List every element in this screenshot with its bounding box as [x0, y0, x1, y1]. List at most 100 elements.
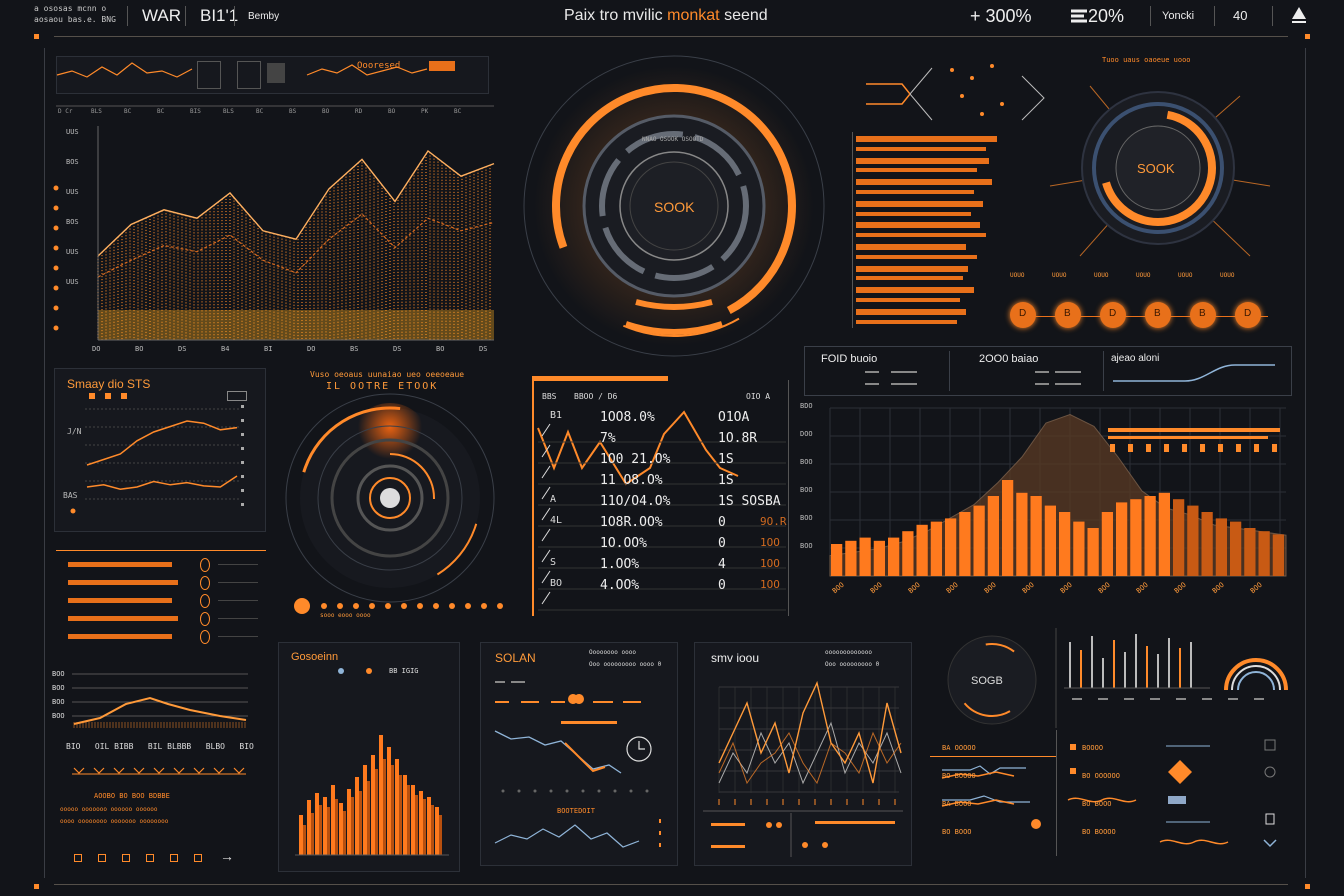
gauge-tick-label: UOUO: [1052, 272, 1067, 279]
next-arrow-icon[interactable]: →: [220, 848, 234, 864]
tab-bemby[interactable]: Bemby: [248, 11, 279, 22]
tab-bi[interactable]: BI1'1: [200, 6, 238, 26]
warning-icon[interactable]: [1290, 5, 1308, 25]
list-bar: [68, 562, 172, 567]
page-dot[interactable]: [74, 854, 82, 862]
circle-button[interactable]: D: [1010, 302, 1036, 328]
corner-dot: [1305, 34, 1310, 39]
sonar-bottom: BOOTEDOIT: [557, 807, 595, 815]
mini-dot: [802, 842, 808, 848]
bottom-left-list: [56, 550, 266, 646]
list-bar: [68, 616, 178, 621]
list-toggle-icon[interactable]: [200, 630, 210, 644]
page-dot[interactable]: [122, 854, 130, 862]
title-highlight: monkat: [667, 7, 720, 24]
bl-chevron: [213, 767, 225, 774]
bar-list-bar: [856, 136, 997, 142]
list-toggle-icon[interactable]: [200, 594, 210, 608]
list-toggle-icon[interactable]: [200, 612, 210, 626]
corner-dot: [1305, 884, 1310, 889]
bar-secondary: [391, 765, 394, 855]
circle-button[interactable]: B: [1190, 302, 1216, 328]
bar: [916, 524, 928, 576]
bl-x-label: BIO: [66, 742, 81, 751]
table-cell: 0: [718, 515, 726, 530]
right-panel-header: FOID buoio 2OO0 baiao ajeao aloni: [804, 346, 1292, 396]
side-dot: [53, 245, 59, 251]
bar-list-bar: [856, 211, 972, 216]
tab-war[interactable]: WAR: [142, 6, 181, 26]
br-left-label: BO BOOOO: [942, 772, 976, 780]
mini-tick: [1146, 444, 1151, 452]
circle-button[interactable]: D: [1100, 302, 1126, 328]
bar: [1059, 512, 1071, 576]
bar: [379, 735, 383, 855]
brand-line-2: aosaou bas.e. BNG: [34, 15, 116, 24]
title-part-1: Paix tro mvilic: [564, 7, 663, 24]
user-label[interactable]: Yoncki: [1162, 10, 1194, 22]
bar: [347, 789, 351, 855]
bottom-gauge: SOGB: [932, 628, 1058, 738]
bottom-glow: [98, 310, 494, 340]
br-right-label: BO BOOOO: [1082, 828, 1116, 836]
bar-secondary: [399, 775, 402, 855]
bar: [403, 775, 407, 855]
page-dot[interactable]: [98, 854, 106, 862]
bar-secondary: [431, 805, 434, 855]
bar: [1044, 505, 1056, 576]
page-dot[interactable]: [194, 854, 202, 862]
circle-button[interactable]: B: [1055, 302, 1081, 328]
side-tick: [241, 503, 244, 506]
side-dot: [53, 325, 59, 331]
frame-right-line: [1305, 48, 1306, 878]
circle-button-label: B: [1064, 308, 1071, 319]
bl-x-label: OIL BIBB: [94, 742, 134, 751]
bar-secondary: [407, 785, 410, 855]
bar-list-bar: [856, 276, 963, 281]
page-dot[interactable]: [170, 854, 178, 862]
row-slash: [541, 570, 551, 584]
chart-icon: [1070, 6, 1088, 24]
bar: [427, 797, 431, 855]
bar-list-bar: [856, 190, 975, 194]
bar: [1116, 502, 1128, 576]
left-mini-svg: [70, 405, 244, 514]
bar: [987, 496, 999, 576]
side-tick: [241, 475, 244, 478]
bar: [1173, 499, 1185, 576]
right-gauge: Tuoo uaus oaoeue uooo SOOK UOUO UOUO UOUO U…: [1010, 56, 1290, 286]
bar-secondary: [359, 791, 362, 855]
br-left-label: BA OOOOO: [942, 744, 976, 752]
bar: [1002, 480, 1014, 576]
x-tick-label: DS: [479, 345, 488, 353]
mini-flag: [429, 61, 455, 71]
bar: [1016, 492, 1028, 576]
bar-secondary: [303, 825, 306, 855]
list-toggle-icon[interactable]: [200, 558, 210, 572]
label-mark: [1150, 698, 1160, 700]
count-label: 40: [1233, 8, 1248, 23]
mini-label: Oooresed: [357, 61, 401, 71]
y-tick-label: UUS: [66, 128, 79, 136]
top-mini-strip: Oooresed: [56, 56, 489, 94]
x-tick-label: BI: [264, 345, 273, 353]
bottom-gauge-label: SOGB: [971, 675, 1003, 687]
bar: [973, 505, 985, 576]
table-cell: 0: [718, 536, 726, 551]
x-tick-label: DO: [92, 345, 101, 353]
mini-dot: [822, 842, 828, 848]
list-toggle-icon[interactable]: [200, 576, 210, 590]
bar-list-bar: [856, 200, 984, 207]
br-right-label: BO BOOO: [1082, 800, 1112, 808]
side-dot: [53, 305, 59, 311]
page-dot[interactable]: [146, 854, 154, 862]
bar: [355, 777, 359, 855]
table-header-cell: BBOO / D6: [574, 392, 618, 401]
circle-button[interactable]: B: [1145, 302, 1171, 328]
y-tick-label: UUS: [66, 248, 79, 256]
bar-list-bar: [856, 222, 981, 229]
circle-button[interactable]: D: [1235, 302, 1261, 328]
radar-svg: [285, 393, 503, 614]
bar-list-bar: [856, 157, 990, 164]
bar: [323, 797, 327, 855]
